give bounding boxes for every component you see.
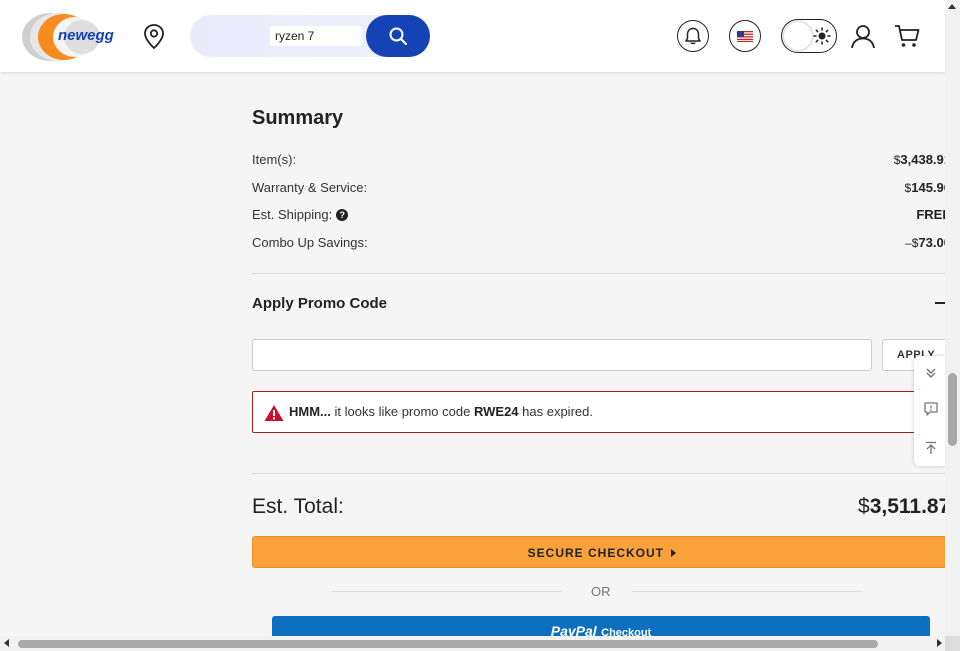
items-label: Item(s):	[252, 152, 297, 167]
vertical-scroll-thumb[interactable]	[948, 373, 957, 446]
feedback-button[interactable]	[914, 394, 948, 424]
est-total-label: Est. Total:	[252, 495, 344, 518]
secure-checkout-button[interactable]: SECURE CHECKOUT	[252, 536, 952, 568]
bell-icon	[685, 27, 701, 45]
search-icon	[389, 27, 408, 46]
promo-code-input[interactable]	[252, 339, 872, 371]
us-flag-icon	[737, 30, 753, 42]
summary-title: Summary	[252, 107, 344, 129]
horizontal-scroll-thumb[interactable]	[18, 640, 878, 648]
shipping-label-group: Est. Shipping: ?	[252, 207, 349, 222]
help-icon[interactable]: ?	[336, 208, 349, 221]
cart-icon[interactable]	[893, 22, 921, 50]
search-button[interactable]	[366, 15, 430, 57]
scroll-left-arrow-icon[interactable]	[4, 639, 9, 647]
or-label: OR	[591, 584, 611, 599]
divider	[252, 273, 945, 274]
summary-row-warranty: Warranty & Service: $145.96	[252, 180, 951, 200]
user-icon[interactable]	[849, 22, 877, 50]
scroll-right-arrow-icon[interactable]	[937, 639, 942, 647]
caret-right-icon	[671, 549, 677, 557]
search-input[interactable]	[270, 26, 362, 46]
summary-row-shipping: Est. Shipping: ? FREE	[252, 207, 951, 227]
promo-title: Apply Promo Code	[252, 295, 388, 312]
checkout-label: SECURE CHECKOUT	[527, 546, 664, 560]
scroll-down-button[interactable]	[914, 358, 948, 388]
divider	[252, 473, 945, 474]
country-button[interactable]	[729, 20, 761, 52]
or-line-right	[632, 591, 862, 592]
warning-icon	[264, 405, 284, 421]
logo-text: newegg	[58, 27, 114, 44]
arrow-up-icon	[926, 441, 936, 454]
toggle-knob	[784, 22, 812, 50]
feedback-icon	[924, 402, 938, 416]
search-bar	[190, 15, 430, 57]
scrollbar-corner	[945, 636, 960, 651]
newegg-logo[interactable]: newegg	[20, 10, 124, 62]
items-value: $3,438.91	[893, 152, 951, 167]
theme-toggle[interactable]	[781, 19, 837, 53]
double-chevron-down-icon	[926, 368, 936, 378]
alert-message: HMM... it looks like promo code RWE24 ha…	[289, 404, 593, 419]
notifications-button[interactable]	[677, 20, 709, 52]
site-header: newegg	[0, 0, 945, 72]
or-line-left	[332, 591, 562, 592]
scroll-up-arrow-icon[interactable]	[948, 4, 956, 9]
horizontal-scrollbar[interactable]	[0, 636, 960, 651]
collapse-icon[interactable]	[935, 302, 945, 304]
or-separator: OR	[252, 583, 945, 599]
promo-error-alert: HMM... it looks like promo code RWE24 ha…	[252, 391, 952, 433]
vertical-scrollbar[interactable]	[945, 0, 960, 636]
summary-row-savings: Combo Up Savings: –$73.00	[252, 235, 951, 255]
warranty-label: Warranty & Service:	[252, 180, 368, 195]
summary-row-items: Item(s): $3,438.91	[252, 152, 951, 172]
shipping-label: Est. Shipping:	[252, 207, 333, 222]
est-total-value: $3,511.87	[858, 495, 951, 518]
sun-icon	[813, 27, 831, 45]
side-toolbar	[914, 356, 948, 466]
back-to-top-button[interactable]	[914, 433, 948, 463]
location-icon[interactable]	[142, 23, 166, 51]
savings-label: Combo Up Savings:	[252, 235, 368, 250]
